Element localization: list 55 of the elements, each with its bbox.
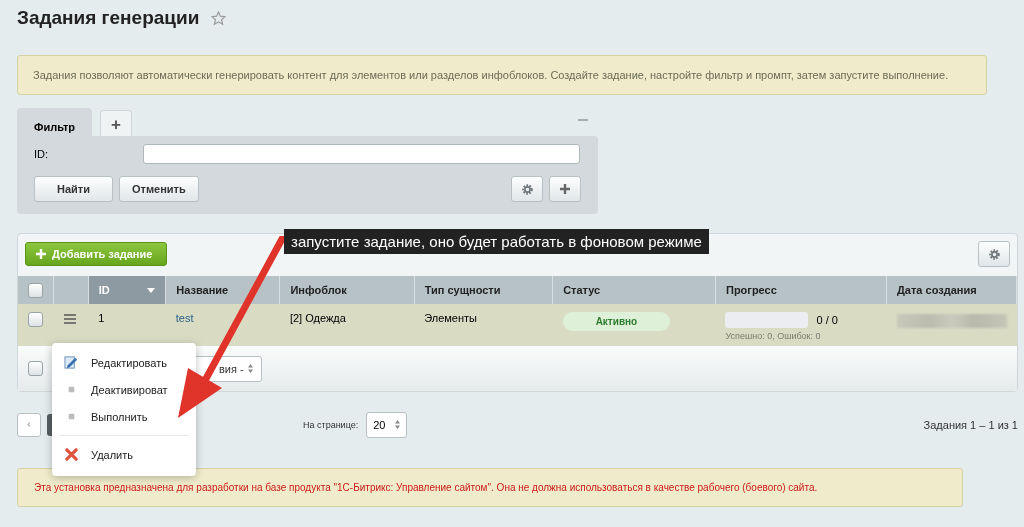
menu-item-label: Удалить (91, 448, 133, 461)
table-cell: [2] Одежда (289, 312, 346, 324)
find-button[interactable]: Найти (34, 176, 113, 202)
pagination-summary: Задания 1 – 1 из 1 (923, 418, 1018, 431)
menu-item[interactable]: Удалить (52, 441, 133, 468)
column-header[interactable]: Тип сущности (414, 276, 553, 304)
table-cell: Элементы (424, 312, 477, 324)
settings-icon (987, 247, 1001, 261)
menu-item-label: Редактировать (91, 356, 167, 369)
settings-button[interactable] (511, 176, 543, 202)
status-badge: Активно (562, 312, 671, 331)
settings-icon (520, 182, 534, 196)
per-page-label: На странице: (303, 419, 359, 430)
select-value: вия - (219, 362, 244, 375)
filter-tab[interactable]: + (100, 110, 132, 136)
settings-button[interactable] (978, 241, 1010, 267)
column-header[interactable]: Название (165, 276, 280, 304)
field-label: ID: (34, 148, 50, 160)
select-value: 20 (373, 418, 386, 431)
column-header[interactable]: Дата создания (886, 276, 1017, 304)
add-field-button[interactable] (549, 176, 581, 202)
plus-icon (560, 184, 570, 194)
updown-icon (395, 420, 401, 429)
cancel-button[interactable]: Отменить (119, 176, 199, 202)
edit-icon (64, 355, 79, 370)
task-link[interactable]: test (175, 312, 194, 324)
progress-count: 0 / 0 (816, 314, 838, 326)
previous-page-button[interactable] (17, 412, 41, 437)
menu-item-label: Выполнить (91, 410, 148, 423)
menu-icon[interactable] (63, 314, 76, 324)
star-icon[interactable] (211, 10, 227, 26)
checkbox[interactable] (28, 312, 43, 327)
column-header[interactable]: Инфоблок (279, 276, 415, 304)
tooltip: запустите задание, оно будет работать в фоновом режиме (284, 229, 709, 254)
column-header[interactable]: Статус (552, 276, 716, 304)
checkbox[interactable] (28, 282, 43, 298)
menu-item[interactable]: Деактивироват (52, 376, 168, 403)
warning-message: Эта установка предназначена для разработки на базе продукта "1С-Битрикс: Управление сайтом". Она не должна использоваться в качестве рабочего (боевого) сайта. (17, 468, 963, 507)
progress-summary: Успешно: 0, Ошибок: 0 (725, 331, 822, 341)
filter-tab[interactable]: Фильтр (17, 108, 93, 136)
page-title: Задания генерации (17, 7, 200, 29)
menu-item[interactable]: Выполнить (52, 403, 148, 430)
sort-caret-icon (147, 288, 156, 293)
chevron-left-icon (25, 422, 33, 427)
menu-item-label: Деактивироват (91, 383, 168, 396)
input-field[interactable] (143, 144, 580, 164)
plus-icon (36, 249, 46, 259)
checkbox[interactable] (28, 361, 43, 376)
menu-item[interactable]: Редактировать (52, 349, 167, 376)
table-cell: 1 (98, 312, 105, 324)
per-page-select[interactable]: 20 (366, 411, 408, 438)
delete-icon (64, 447, 79, 462)
info-message: Задания позволяют автоматически генерировать контент для элементов или разделов инфоблоков. Создайте задание, настройте фильтр и промпт, затем запустите выполнение. (17, 55, 987, 95)
column-header[interactable]: Прогресс (715, 276, 887, 304)
updown-icon (248, 364, 253, 373)
